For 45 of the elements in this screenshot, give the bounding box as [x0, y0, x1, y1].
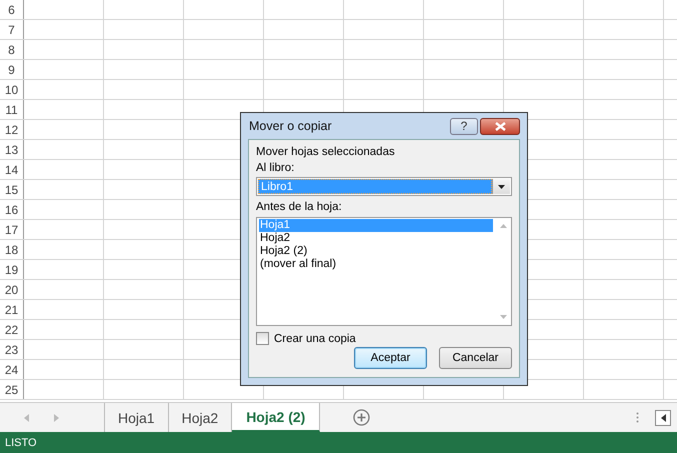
checkbox-label: Crear una copia	[274, 332, 356, 344]
row-number: 16	[0, 200, 24, 219]
dialog-button[interactable]: Cancelar	[439, 347, 512, 369]
heading-text: Mover hojas seleccionadas	[256, 145, 396, 160]
list-item[interactable]: (mover al final)	[259, 258, 493, 271]
row-number: 6	[0, 0, 24, 19]
row-number: 14	[0, 160, 24, 179]
list-item[interactable]: Hoja2 (2)	[259, 245, 493, 258]
add-sheet-icon[interactable]	[353, 409, 370, 426]
dialog-button[interactable]: Aceptar	[354, 347, 427, 369]
list-item[interactable]: Hoja2	[259, 232, 493, 245]
dropdown-arrow-icon[interactable]	[498, 184, 505, 188]
scroll-left-button[interactable]	[655, 410, 671, 426]
row-number: 9	[0, 60, 24, 79]
row-number: 7	[0, 20, 24, 39]
row-number: 22	[0, 320, 24, 339]
row-number: 21	[0, 300, 24, 319]
row-number: 24	[0, 360, 24, 379]
row-number: 10	[0, 80, 24, 99]
row-number: 19	[0, 260, 24, 279]
status-text: LISTO	[5, 436, 37, 448]
row-number: 11	[0, 100, 24, 119]
book-label: Al libro:	[256, 161, 296, 176]
row-number: 8	[0, 40, 24, 59]
row-number: 12	[0, 120, 24, 139]
row-number: 17	[0, 220, 24, 239]
row-number: 23	[0, 340, 24, 359]
more-icon[interactable]	[636, 412, 639, 423]
before-label: Antes de la hoja:	[256, 200, 343, 215]
left-arrow-icon	[660, 414, 666, 422]
scroll-down-icon[interactable]	[500, 315, 506, 319]
row-number: 13	[0, 140, 24, 159]
close-icon	[494, 122, 506, 130]
scroll-up-icon[interactable]	[500, 224, 506, 228]
row-number: 18	[0, 240, 24, 259]
row-number: 25	[0, 380, 24, 399]
scroll-right-icon[interactable]	[54, 414, 60, 422]
sheet-tab[interactable]: Hoja2 (2)	[232, 403, 320, 432]
row-number: 15	[0, 180, 24, 199]
copy-checkbox[interactable]	[256, 332, 269, 345]
scroll-left-icon[interactable]	[24, 414, 30, 422]
close-button[interactable]	[480, 118, 520, 134]
dialog-title: Mover o copiar	[248, 119, 333, 133]
help-button[interactable]: ?	[450, 118, 478, 134]
row-number: 20	[0, 280, 24, 299]
